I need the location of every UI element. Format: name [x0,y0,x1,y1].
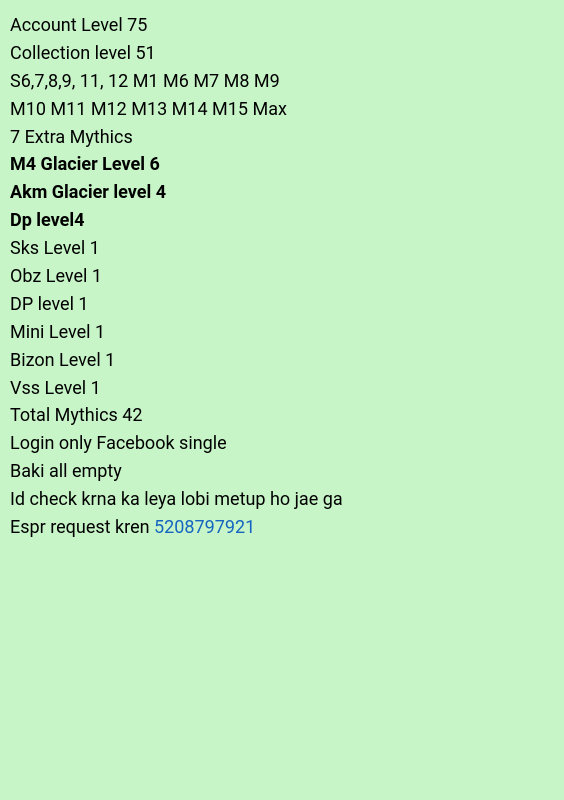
id-check-text: Id check krna ka leya lobi metup ho jae … [10,489,343,510]
id-check-line: Id check krna ka leya lobi metup ho jae … [10,486,554,514]
sks-level-text: Sks Level 1 [10,238,100,259]
vss-level-text: Vss Level 1 [10,378,101,399]
dp-level4-line: Dp level4 [10,207,554,235]
bizon-level-text: Bizon Level 1 [10,350,115,371]
dp-level4-text: Dp level4 [10,210,84,231]
dp-level1-line: DP level 1 [10,291,554,319]
sks-level-line: Sks Level 1 [10,235,554,263]
akm-glacier-line: Akm Glacier level 4 [10,179,554,207]
collection-level-text: Collection level 51 [10,43,156,64]
total-mythics-text: Total Mythics 42 [10,405,142,426]
espr-request-text: Espr request kren [10,517,154,538]
account-level-line: Account Level 75 [10,12,554,40]
extra-mythics-line: 7 Extra Mythics [10,124,554,152]
mini-level-line: Mini Level 1 [10,319,554,347]
total-mythics-line: Total Mythics 42 [10,402,554,430]
akm-glacier-text: Akm Glacier level 4 [10,182,166,203]
login-info-text: Login only Facebook single [10,433,227,454]
mini-level-text: Mini Level 1 [10,322,105,343]
baki-all-text: Baki all empty [10,461,122,482]
skins-text2: M10 M11 M12 M13 M14 M15 Max [10,99,287,120]
extra-mythics-text: 7 Extra Mythics [10,127,133,148]
espr-request-line: Espr request kren 5208797921 [10,514,554,542]
skins-line2: M10 M11 M12 M13 M14 M15 Max [10,96,554,124]
m4-glacier-line: M4 Glacier Level 6 [10,151,554,179]
skins-text1: S6,7,8,9, 11, 12 M1 M6 M7 M8 M9 [10,71,280,92]
baki-all-line: Baki all empty [10,458,554,486]
obz-level-line: Obz Level 1 [10,263,554,291]
obz-level-text: Obz Level 1 [10,266,102,287]
phone-number[interactable]: 5208797921 [154,517,255,538]
dp-level1-text: DP level 1 [10,294,89,315]
main-content: Account Level 75 Collection level 51 S6,… [10,12,554,542]
vss-level-line: Vss Level 1 [10,375,554,403]
account-level-text: Account Level 75 [10,15,147,36]
collection-level-line: Collection level 51 [10,40,554,68]
skins-line1: S6,7,8,9, 11, 12 M1 M6 M7 M8 M9 [10,68,554,96]
bizon-level-line: Bizon Level 1 [10,347,554,375]
m4-glacier-text: M4 Glacier Level 6 [10,154,160,175]
login-info-line: Login only Facebook single [10,430,554,458]
